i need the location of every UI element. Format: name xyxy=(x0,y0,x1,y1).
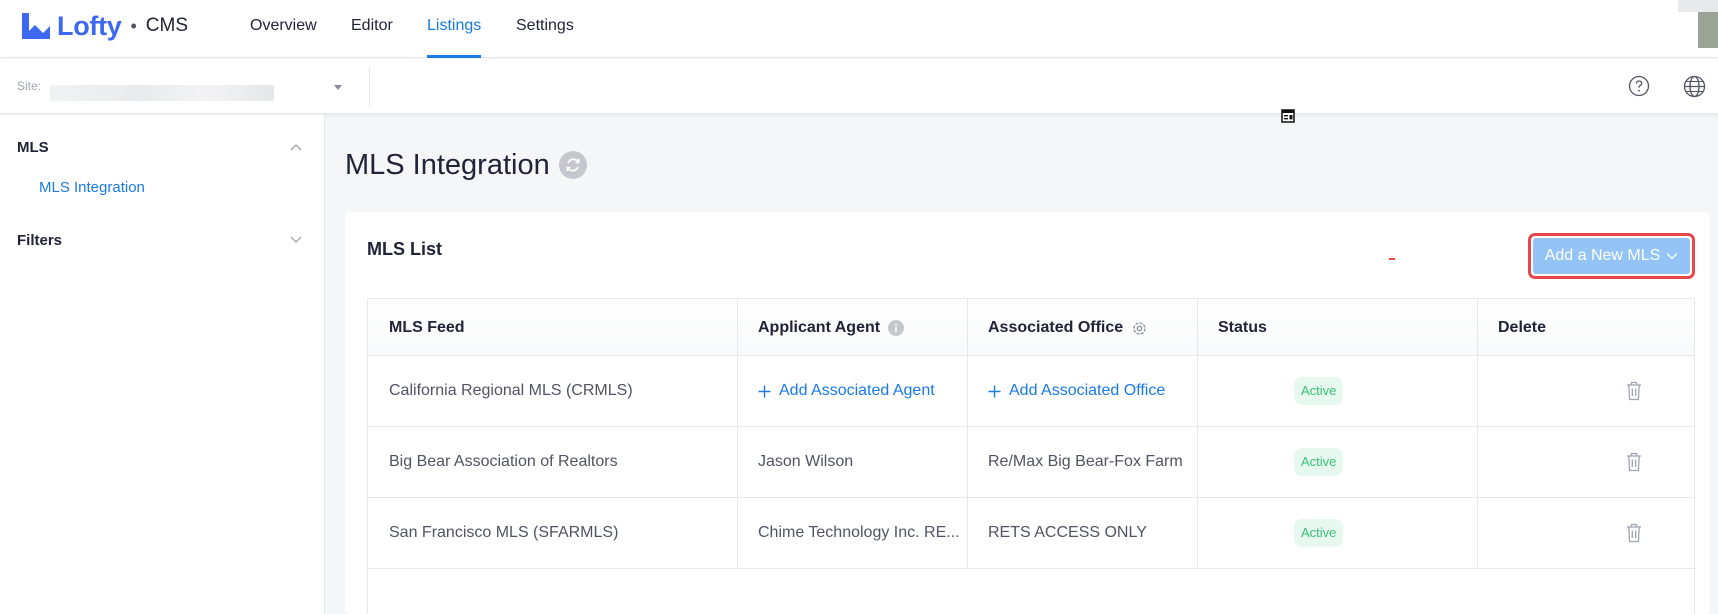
status-badge: Active xyxy=(1294,448,1344,476)
red-mark xyxy=(1389,258,1395,260)
mls-feed-cell: California Regional MLS (CRMLS) xyxy=(389,382,633,399)
column-header-delete: Delete xyxy=(1498,319,1547,336)
corner-thumbnail xyxy=(1698,12,1718,48)
status-badge: Active xyxy=(1294,519,1344,547)
trash-icon[interactable] xyxy=(1626,381,1642,401)
chevron-down-icon[interactable] xyxy=(290,236,302,244)
tab-overview[interactable]: Overview xyxy=(250,17,317,58)
trash-icon[interactable] xyxy=(1626,523,1642,543)
help-icon[interactable] xyxy=(1628,75,1650,97)
trash-icon[interactable] xyxy=(1626,452,1642,472)
associated-office-cell: RETS ACCESS ONLY xyxy=(988,524,1147,541)
add-new-mls-button[interactable]: Add a New MLS xyxy=(1528,233,1695,279)
associated-office-cell: Re/Max Big Bear-Fox Farm xyxy=(988,453,1183,470)
card-title: MLS List xyxy=(367,239,442,259)
top-nav: Lofty • CMS Overview Editor Listings Set… xyxy=(0,0,1718,58)
table-row: California Regional MLS (CRMLS) Add Asso… xyxy=(368,356,1694,427)
column-header-applicant-agent: Applicant Agent xyxy=(758,319,905,337)
mls-feed-cell: San Francisco MLS (SFARMLS) xyxy=(389,524,619,541)
product-name: CMS xyxy=(145,15,189,36)
site-bar: Site: xyxy=(0,59,1718,114)
plus-icon xyxy=(758,385,771,397)
tab-editor[interactable]: Editor xyxy=(351,17,393,58)
sidebar: MLS MLS Integration Filters xyxy=(0,115,325,614)
column-header-mls-feed: MLS Feed xyxy=(389,319,465,336)
applicant-agent-cell: Chime Technology Inc. RE... xyxy=(758,524,960,541)
mls-feed-cell: Big Bear Association of Realtors xyxy=(389,453,618,470)
caret-down-icon[interactable] xyxy=(334,85,342,90)
plus-icon xyxy=(988,385,1001,397)
add-associated-office-link[interactable]: Add Associated Office xyxy=(988,382,1165,400)
site-select-value[interactable] xyxy=(50,85,274,101)
lofty-logo-icon xyxy=(22,13,50,39)
logo-separator: • xyxy=(130,15,137,36)
corner-block xyxy=(1678,0,1718,12)
chevron-down-icon xyxy=(1666,253,1678,260)
add-new-mls-button-inner[interactable]: Add a New MLS xyxy=(1533,238,1690,274)
column-header-associated-office: Associated Office xyxy=(988,319,1148,337)
page-title: MLS Integration xyxy=(345,149,550,181)
gear-icon[interactable] xyxy=(1131,320,1148,337)
table-row: Big Bear Association of Realtors Jason W… xyxy=(368,427,1694,498)
column-header-status: Status xyxy=(1218,319,1267,336)
info-icon[interactable] xyxy=(888,320,905,336)
refresh-icon[interactable] xyxy=(559,151,587,179)
divider xyxy=(369,67,370,107)
sidebar-item-mls-integration[interactable]: MLS Integration xyxy=(39,179,145,196)
logo-text: Lofty xyxy=(57,10,122,41)
logo[interactable]: Lofty • CMS xyxy=(20,10,188,42)
sidebar-group-mls[interactable]: MLS xyxy=(17,139,49,156)
globe-icon[interactable] xyxy=(1683,75,1706,98)
mls-table: MLS Feed Applicant Agent Associated Offi… xyxy=(367,298,1695,614)
add-associated-agent-link[interactable]: Add Associated Agent xyxy=(758,382,935,400)
chevron-up-icon[interactable] xyxy=(290,143,302,151)
site-label: Site: xyxy=(17,79,42,93)
table-row: San Francisco MLS (SFARMLS) Chime Techno… xyxy=(368,498,1694,569)
status-badge: Active xyxy=(1294,377,1344,405)
applicant-agent-cell: Jason Wilson xyxy=(758,453,854,470)
sidebar-group-filters[interactable]: Filters xyxy=(17,232,62,249)
tab-settings[interactable]: Settings xyxy=(516,17,574,58)
mls-list-card: MLS List Add a New MLS MLS Feed Applican… xyxy=(345,212,1710,614)
add-new-mls-label: Add a New MLS xyxy=(1544,247,1661,264)
table-header: MLS Feed Applicant Agent Associated Offi… xyxy=(368,299,1694,356)
window-icon xyxy=(1281,109,1295,123)
tab-listings[interactable]: Listings xyxy=(427,17,482,58)
